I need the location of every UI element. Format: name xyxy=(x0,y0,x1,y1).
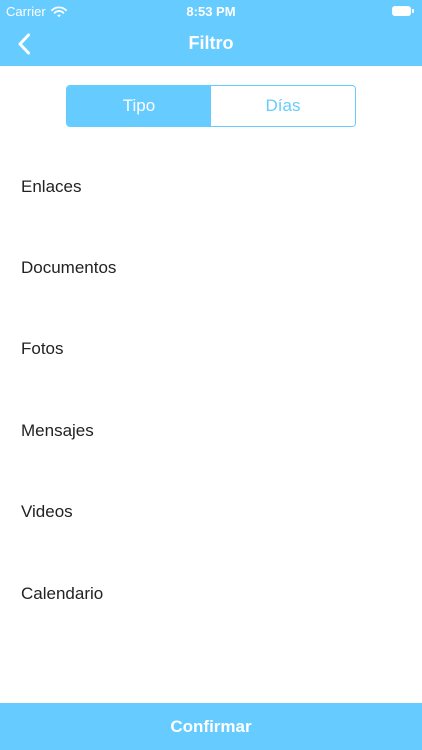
confirm-button[interactable]: Confirmar xyxy=(0,703,422,750)
filter-item-fotos[interactable]: Fotos xyxy=(0,309,422,390)
page-title: Filtro xyxy=(188,33,234,53)
filter-item-videos[interactable]: Videos xyxy=(0,472,422,553)
filter-segmented-control: Tipo Días xyxy=(66,85,356,127)
segment-tipo[interactable]: Tipo xyxy=(67,86,211,126)
battery-icon xyxy=(392,5,414,16)
segment-dias[interactable]: Días xyxy=(211,86,355,126)
filter-item-calendario[interactable]: Calendario xyxy=(0,553,422,634)
status-bar: Carrier 8:53 PM xyxy=(0,0,422,22)
filter-item-enlaces[interactable]: Enlaces xyxy=(0,146,422,227)
filter-item-mensajes[interactable]: Mensajes xyxy=(0,390,422,471)
filter-list: Enlaces Documentos Fotos Mensajes Videos… xyxy=(0,146,422,634)
filter-item-documentos[interactable]: Documentos xyxy=(0,227,422,308)
nav-bar: Filtro xyxy=(0,22,422,66)
status-time: 8:53 PM xyxy=(186,4,236,19)
header: Carrier 8:53 PM Filtro xyxy=(0,0,422,66)
